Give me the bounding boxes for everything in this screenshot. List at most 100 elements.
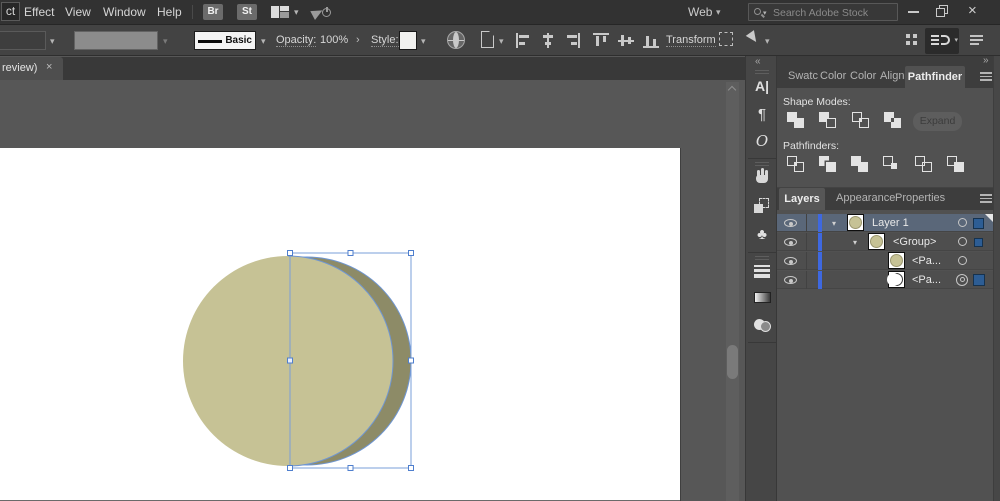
layer-row-path2[interactable]: <Pa...	[777, 271, 993, 289]
path-name[interactable]: <Pa...	[912, 255, 941, 267]
align-left-icon[interactable]	[515, 33, 531, 48]
visibility-eye-icon[interactable]	[784, 219, 797, 227]
close-button[interactable]: ×	[968, 2, 977, 19]
selection-handle[interactable]	[287, 465, 293, 471]
crescent-thumbnail[interactable]	[887, 271, 905, 288]
visibility-eye-icon[interactable]	[784, 257, 797, 265]
chevron-down-icon[interactable]: ▾	[832, 219, 836, 228]
selection-handle[interactable]	[408, 465, 414, 471]
align-middle-v-icon[interactable]	[618, 33, 634, 48]
tab-color[interactable]: Color	[820, 70, 846, 82]
stroke-weight-dropdown[interactable]	[0, 31, 46, 50]
vertical-scrollbar[interactable]	[726, 82, 739, 501]
mode-select[interactable]: Web	[688, 5, 712, 19]
selection-handle[interactable]	[408, 357, 414, 364]
paragraph-panel-icon[interactable]: ¶	[746, 106, 778, 126]
tab-swatches[interactable]: Swatc	[788, 70, 818, 82]
path-thumbnail[interactable]	[888, 252, 905, 269]
restore-button[interactable]	[936, 5, 949, 18]
opacity-value[interactable]: 100%	[320, 34, 348, 46]
visibility-eye-icon[interactable]	[784, 238, 797, 246]
minimize-button[interactable]	[908, 11, 919, 13]
menu-window[interactable]: Window	[103, 5, 146, 19]
chevron-down-icon[interactable]: ▾	[716, 8, 721, 17]
opacity-label[interactable]: Opacity:	[276, 34, 317, 47]
tab-pathfinder[interactable]: Pathfinder	[905, 66, 965, 88]
bounding-box-options-icon[interactable]	[719, 32, 733, 46]
opentype-panel-icon[interactable]: O	[746, 132, 778, 152]
chevron-down-icon[interactable]: ▾	[499, 37, 504, 46]
layer-row-layer1[interactable]: ▾ Layer 1	[777, 214, 993, 232]
menu-effect[interactable]: Effect	[24, 5, 54, 19]
trim-icon[interactable]	[819, 156, 838, 173]
outline-icon[interactable]	[915, 156, 934, 173]
crop-icon[interactable]	[883, 156, 902, 173]
opacity-expand-arrow[interactable]: ›	[356, 34, 360, 46]
document-tab[interactable]: review) ×	[0, 57, 63, 80]
merge-icon[interactable]	[851, 156, 870, 173]
transform-panel-icon[interactable]	[746, 198, 778, 218]
center-point-handle[interactable]	[287, 357, 293, 364]
minus-front-icon[interactable]	[819, 112, 838, 129]
menu-help[interactable]: Help	[157, 5, 182, 19]
variable-width-profile[interactable]	[74, 31, 158, 50]
gradient-panel-icon[interactable]	[746, 292, 778, 312]
chevron-down-icon[interactable]: ▾	[765, 37, 770, 46]
expand-panels-icon[interactable]: «	[755, 56, 761, 67]
divide-icon[interactable]	[787, 156, 806, 173]
selection-square[interactable]	[973, 217, 984, 229]
control-panel-menu-icon[interactable]	[970, 35, 983, 46]
chevron-down-icon[interactable]: ▾	[261, 37, 266, 46]
layer-row-group[interactable]: ▾ <Group>	[777, 233, 993, 251]
style-swatch[interactable]	[399, 31, 417, 50]
tab-appearance[interactable]: Appearance	[836, 192, 895, 204]
dock-grip[interactable]	[755, 256, 769, 260]
transparency-panel-icon[interactable]	[746, 318, 778, 338]
tab-align[interactable]: Align	[880, 70, 904, 82]
dock-grip[interactable]	[755, 162, 769, 166]
visibility-eye-icon[interactable]	[784, 276, 797, 284]
layer-thumbnail[interactable]	[847, 214, 864, 231]
style-label[interactable]: Style:	[371, 34, 399, 47]
tab-layers[interactable]: Layers	[779, 188, 825, 210]
target-circle-icon[interactable]	[958, 256, 967, 265]
exclude-icon[interactable]	[884, 112, 903, 129]
stroke-panel-icon[interactable]	[746, 264, 778, 284]
target-circle-icon[interactable]	[958, 218, 967, 227]
scroll-up-arrow-icon[interactable]	[727, 85, 737, 95]
chevron-down-icon[interactable]: ▾	[421, 37, 426, 46]
selection-handle[interactable]	[408, 250, 414, 256]
unite-icon[interactable]	[787, 112, 806, 129]
selection-square[interactable]	[974, 237, 983, 247]
bridge-button[interactable]: Br	[203, 4, 223, 20]
stock-button[interactable]: St	[237, 4, 257, 20]
tab-properties[interactable]: Properties	[895, 192, 945, 204]
selection-square[interactable]	[973, 274, 985, 286]
align-right-icon[interactable]	[565, 33, 581, 48]
menu-view[interactable]: View	[65, 5, 91, 19]
menu-select-cropped[interactable]: ct	[1, 2, 20, 21]
brush-definition[interactable]: Basic	[194, 31, 256, 50]
character-panel-icon[interactable]: A|	[746, 78, 778, 98]
document-setup-icon[interactable]	[481, 31, 494, 48]
chevron-down-icon[interactable]: ▾	[50, 37, 55, 46]
canvas[interactable]	[0, 80, 745, 501]
symbols-panel-icon[interactable]: ♣	[746, 226, 778, 246]
target-circle-icon[interactable]	[958, 237, 967, 246]
align-top-icon[interactable]	[593, 33, 609, 48]
tab-close-icon[interactable]: ×	[46, 61, 52, 73]
chevron-down-icon[interactable]: ▾	[294, 8, 299, 17]
dots-grid-icon[interactable]	[906, 34, 919, 47]
megaphone-icon[interactable]	[310, 4, 334, 20]
group-name[interactable]: <Group>	[893, 236, 936, 248]
panel-menu-icon[interactable]	[980, 72, 992, 81]
targeted-circle-icon[interactable]	[956, 273, 968, 286]
selection-handle[interactable]	[347, 250, 354, 256]
layer-row-path1[interactable]: <Pa...	[777, 252, 993, 270]
group-thumbnail[interactable]	[868, 233, 885, 250]
search-scope-chevron-icon[interactable]: ▾	[763, 9, 767, 18]
transform-link[interactable]: Transform	[666, 34, 716, 47]
search-input[interactable]: ▾ Search Adobe Stock	[748, 3, 898, 21]
selection-handle[interactable]	[347, 465, 354, 471]
collapse-panels-icon[interactable]: »	[983, 55, 989, 66]
